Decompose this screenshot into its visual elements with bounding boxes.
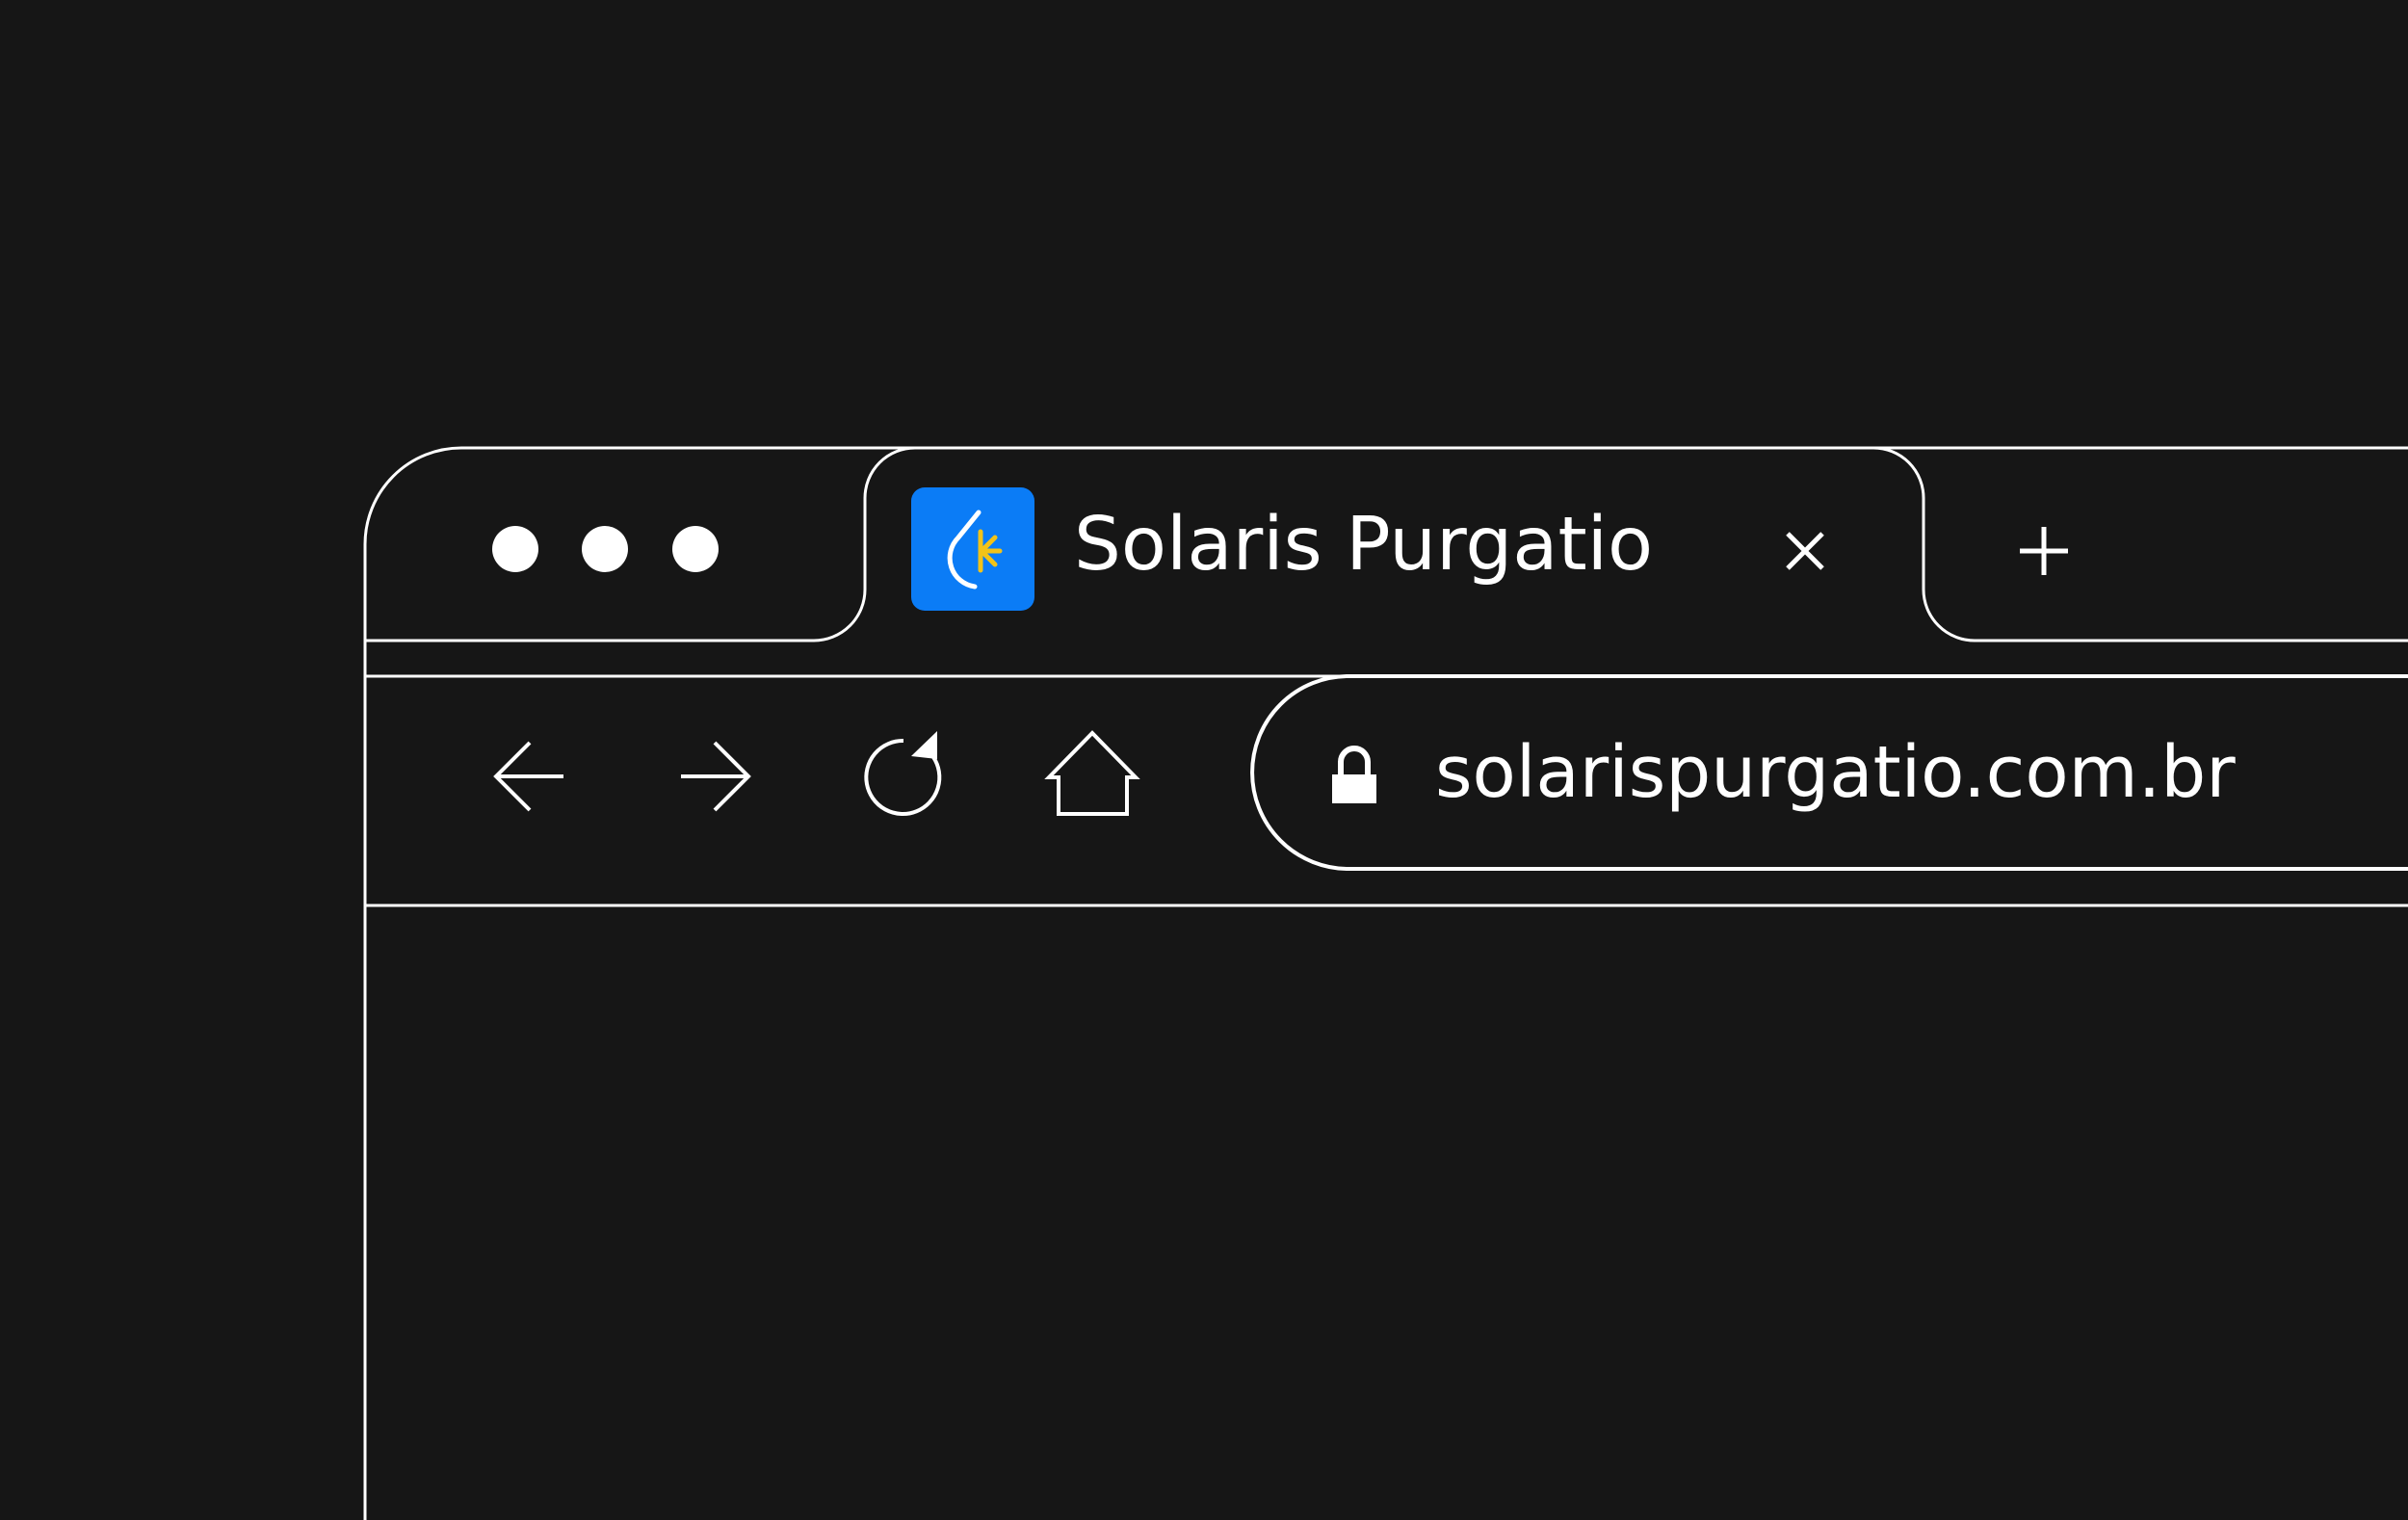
close-dot[interactable] <box>492 526 538 572</box>
home-icon[interactable] <box>1044 730 1140 816</box>
reload-icon[interactable] <box>864 731 942 816</box>
lock-icon <box>1332 746 1376 803</box>
arrow-right-icon[interactable] <box>681 741 751 812</box>
tab-solaris-purgatio[interactable] <box>865 450 1924 639</box>
plus-icon[interactable] <box>2020 527 2068 575</box>
maximize-dot[interactable] <box>672 526 719 572</box>
window-controls <box>492 526 719 572</box>
browser-mockup: Solaris Purgatio solarispurgatio.com.br <box>0 0 2408 1520</box>
arrow-left-icon[interactable] <box>493 741 563 812</box>
minimize-dot[interactable] <box>582 526 628 572</box>
url-text[interactable]: solarispurgatio.com.br <box>1435 727 2236 819</box>
